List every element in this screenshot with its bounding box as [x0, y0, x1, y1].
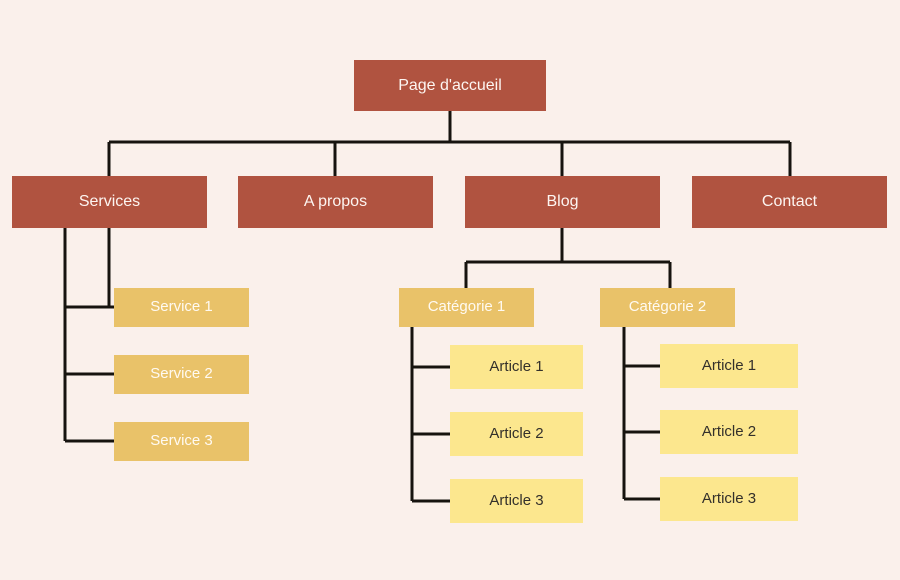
node-label: Article 3: [489, 491, 544, 509]
node-label: Article 2: [701, 422, 757, 440]
node-page-accueil[interactable]: Page d'accueil: [354, 60, 546, 111]
node-services[interactable]: Services: [12, 176, 207, 228]
node-label: Catégorie 1: [427, 298, 506, 316]
node-cat1-article-2[interactable]: Article 2: [450, 412, 583, 456]
node-label: Service 1: [150, 298, 213, 316]
node-label: Article 1: [489, 357, 544, 375]
node-cat2-article-1[interactable]: Article 1: [660, 344, 798, 388]
node-service-3[interactable]: Service 3: [114, 422, 249, 461]
node-label: Services: [78, 193, 141, 211]
node-label: Service 3: [150, 432, 213, 450]
node-service-1[interactable]: Service 1: [114, 288, 249, 327]
node-categorie-1[interactable]: Catégorie 1: [399, 288, 534, 327]
node-categorie-2[interactable]: Catégorie 2: [600, 288, 735, 327]
node-blog[interactable]: Blog: [465, 176, 660, 228]
node-label: A propos: [303, 193, 368, 211]
sitemap-diagram: Page d'accueil Services A propos Blog Co…: [0, 0, 900, 580]
node-cat2-article-3[interactable]: Article 3: [660, 477, 798, 521]
node-a-propos[interactable]: A propos: [238, 176, 433, 228]
node-service-2[interactable]: Service 2: [114, 355, 249, 394]
node-label: Article 3: [701, 489, 757, 507]
node-label: Catégorie 2: [628, 298, 707, 316]
node-cat1-article-3[interactable]: Article 3: [450, 479, 583, 523]
node-label: Contact: [761, 193, 818, 211]
node-cat2-article-2[interactable]: Article 2: [660, 410, 798, 454]
node-cat1-article-1[interactable]: Article 1: [450, 345, 583, 389]
node-label: Service 2: [150, 365, 213, 383]
node-label: Page d'accueil: [398, 76, 502, 94]
node-contact[interactable]: Contact: [692, 176, 887, 228]
node-label: Article 1: [701, 356, 757, 374]
node-label: Blog: [546, 193, 579, 211]
node-label: Article 2: [489, 424, 544, 442]
